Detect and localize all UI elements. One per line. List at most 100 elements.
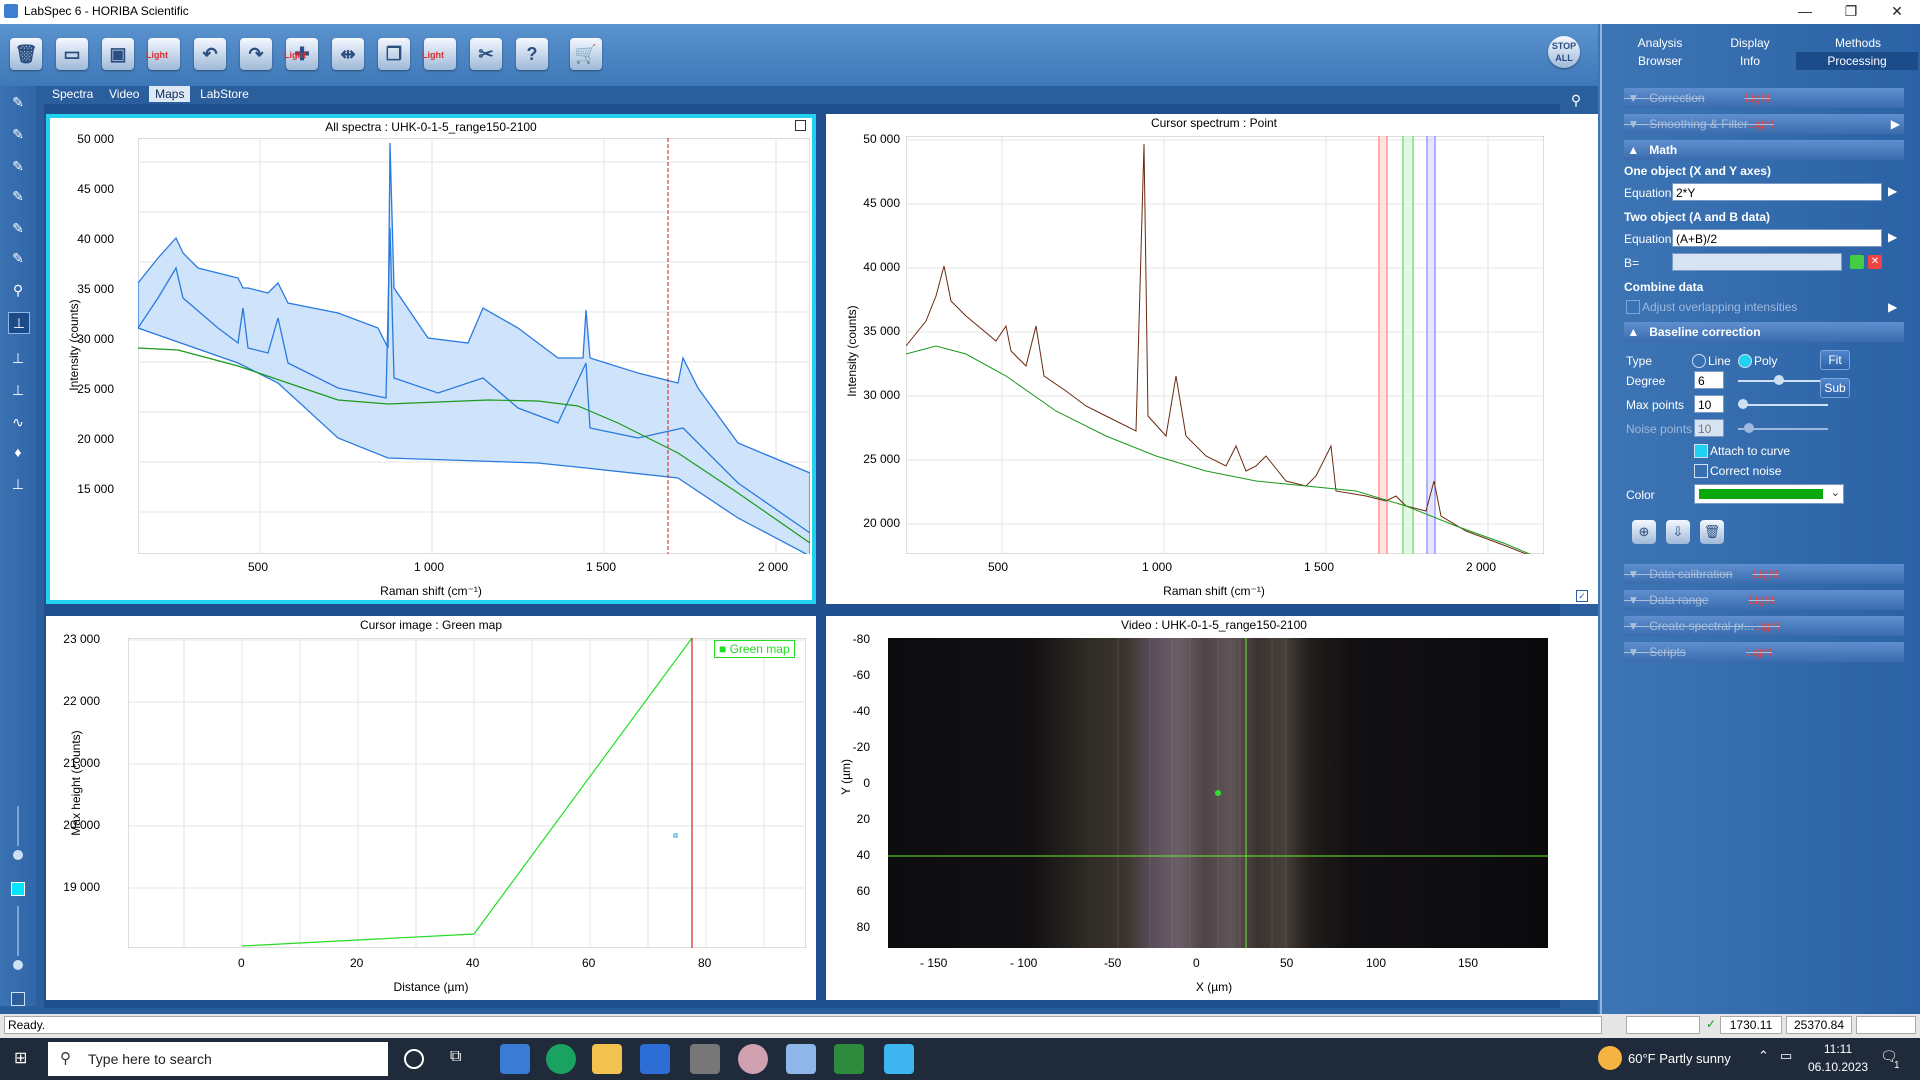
marker-tool-icon[interactable]: ⊥ (8, 312, 30, 334)
tray-chevron-icon[interactable]: ⌃ (1758, 1048, 1769, 1064)
spectrum-tool-icon[interactable]: ✎ (8, 92, 28, 112)
line-radio[interactable] (1692, 354, 1706, 368)
b-input[interactable] (1672, 253, 1842, 271)
delete-button[interactable]: 🗑 (6, 32, 46, 76)
acquire-button[interactable]: ✚ Light (282, 32, 322, 76)
peak-tool-icon[interactable]: ✎ (8, 124, 28, 144)
cursor-spectrum-panel[interactable]: Cursor spectrum : Point Intensity (count… (826, 114, 1602, 604)
weather-icon[interactable] (1598, 1046, 1622, 1070)
baseline-tool-icon[interactable]: ✎ (8, 218, 28, 238)
load-baseline-icon[interactable]: ⇩ (1666, 520, 1690, 544)
correct-noise-checkbox[interactable] (1694, 464, 1708, 478)
checkbox[interactable] (11, 992, 25, 1006)
run-arrow-icon[interactable]: ▶ (1888, 300, 1897, 314)
cursor-spectrum-plot[interactable] (906, 136, 1544, 554)
color-select[interactable]: ⌄ (1694, 484, 1844, 504)
maxpoints-slider-handle[interactable] (1738, 399, 1748, 409)
stop-all-button[interactable]: STOP ALL (1544, 30, 1584, 74)
store-icon[interactable] (640, 1044, 670, 1074)
section-data-range[interactable]: ▼ Data range Light (1624, 590, 1904, 610)
run-arrow-icon[interactable]: ▶ (1888, 184, 1897, 198)
remove-icon[interactable]: ✕ (1868, 255, 1882, 269)
equation1-input[interactable]: 2*Y (1672, 183, 1882, 201)
arrow-right-icon[interactable]: ▶ (1891, 114, 1900, 134)
maxpoints-slider[interactable] (1738, 404, 1828, 406)
section-data-calibration[interactable]: ▼ Data calibration Light (1624, 564, 1904, 584)
excel-icon[interactable] (834, 1044, 864, 1074)
taskbar-app-icon[interactable] (690, 1044, 720, 1074)
range-tool-icon[interactable]: ✎ (8, 156, 28, 176)
adjust-checkbox[interactable] (1626, 300, 1640, 314)
cursor-image-panel[interactable]: Cursor image : Green map Max height (cou… (46, 616, 816, 1000)
delete-baseline-icon[interactable]: 🗑 (1700, 520, 1724, 544)
taskbar-app-icon[interactable] (786, 1044, 816, 1074)
noise-slider-handle[interactable] (1744, 423, 1754, 433)
taskbar-app-icon[interactable] (500, 1044, 530, 1074)
color-checkbox[interactable] (11, 882, 25, 896)
equation2-input[interactable]: (A+B)/2 (1672, 229, 1882, 247)
auto-peak-icon[interactable]: ⊥ (8, 380, 28, 400)
help-button[interactable]: ? (512, 32, 552, 76)
network-icon[interactable]: ▭ (1780, 1048, 1792, 1064)
sub-button[interactable]: Sub (1820, 378, 1850, 398)
add-icon[interactable] (1850, 255, 1864, 269)
degree-input[interactable]: 6 (1694, 371, 1724, 389)
video-image[interactable] (888, 638, 1548, 948)
maximize-panel-icon[interactable] (795, 120, 806, 131)
section-spectral[interactable]: ▼ Create spectral pr...Light (1624, 616, 1904, 636)
degree-slider-handle[interactable] (1774, 375, 1784, 385)
tab-spectra[interactable]: Spectra (46, 86, 99, 102)
undo-button[interactable]: ↶ (190, 32, 230, 76)
tab-video[interactable]: Video (103, 86, 145, 102)
tab-processing[interactable]: Processing (1796, 52, 1918, 70)
maximize-button[interactable]: ❐ (1828, 0, 1874, 24)
cursor-image-plot[interactable] (128, 638, 806, 948)
noise-input[interactable]: 10 (1694, 419, 1724, 437)
section-baseline[interactable]: ▲ Baseline correction (1624, 322, 1904, 342)
tab-methods[interactable]: Methods (1808, 34, 1908, 52)
slider-handle[interactable] (13, 960, 23, 970)
tab-labstore[interactable]: LabStore (194, 86, 255, 102)
task-view-icon[interactable]: ⧉ (450, 1048, 461, 1066)
all-spectra-plot[interactable] (138, 138, 810, 554)
fit-button[interactable]: Fit (1820, 350, 1850, 370)
clock-date[interactable]: 06.10.2023 (1808, 1060, 1868, 1074)
slider-handle[interactable] (13, 850, 23, 860)
redo-button[interactable]: ↷ (236, 32, 276, 76)
tab-display[interactable]: Display (1700, 34, 1800, 52)
edge-icon[interactable] (546, 1044, 576, 1074)
new-baseline-icon[interactable]: ⊕ (1632, 520, 1656, 544)
video-panel[interactable]: Video : UHK-0-1-5_range150-2100 Y (µm) -… (826, 616, 1602, 1000)
taskbar-search[interactable]: ⚲ Type here to search (48, 1042, 388, 1076)
label-tool-icon[interactable]: ♦ (8, 442, 28, 462)
open-button[interactable]: ▭ (52, 32, 92, 76)
windows-start-icon[interactable]: ⊞ (14, 1050, 32, 1068)
save-button[interactable]: ▣ (98, 32, 138, 76)
run-arrow-icon[interactable]: ▶ (1888, 230, 1897, 244)
cursor-tool-icon[interactable]: ✎ (8, 186, 28, 206)
close-button[interactable]: ✕ (1874, 0, 1920, 24)
weather-text[interactable]: 60°F Partly sunny (1628, 1051, 1731, 1066)
fit-tool-icon[interactable]: ✎ (8, 248, 28, 268)
check-icon[interactable]: ✓ (1576, 590, 1588, 602)
copy-button[interactable]: ❐ (374, 32, 414, 76)
section-scripts[interactable]: ▼ Scripts Light (1624, 642, 1904, 662)
attach-checkbox[interactable] (1694, 444, 1708, 458)
integration-icon[interactable]: ∿ (8, 412, 28, 432)
clock-time[interactable]: 11:11 (1808, 1042, 1868, 1056)
split-button[interactable]: ⇹ (328, 32, 368, 76)
minimize-button[interactable]: — (1782, 0, 1828, 24)
print-button[interactable]: Light (144, 32, 184, 76)
all-spectra-panel[interactable]: All spectra : UHK-0-1-5_range150-2100 In… (46, 114, 816, 604)
export-button[interactable]: Light (420, 32, 460, 76)
poly-radio[interactable] (1738, 354, 1752, 368)
tab-maps[interactable]: Maps (149, 86, 191, 102)
file-explorer-icon[interactable] (592, 1044, 622, 1074)
zoom-icon[interactable]: ⚲ (8, 280, 28, 300)
cortana-icon[interactable] (404, 1049, 424, 1069)
multi-peak-icon[interactable]: ⊥ (8, 474, 28, 494)
tab-browser[interactable]: Browser (1610, 52, 1710, 70)
tools-button[interactable]: ✂ (466, 32, 506, 76)
section-smoothing[interactable]: ▼ Smoothing & FilterLight ▶ (1624, 114, 1904, 134)
peak-marker-icon[interactable]: ⊥ (8, 348, 28, 368)
